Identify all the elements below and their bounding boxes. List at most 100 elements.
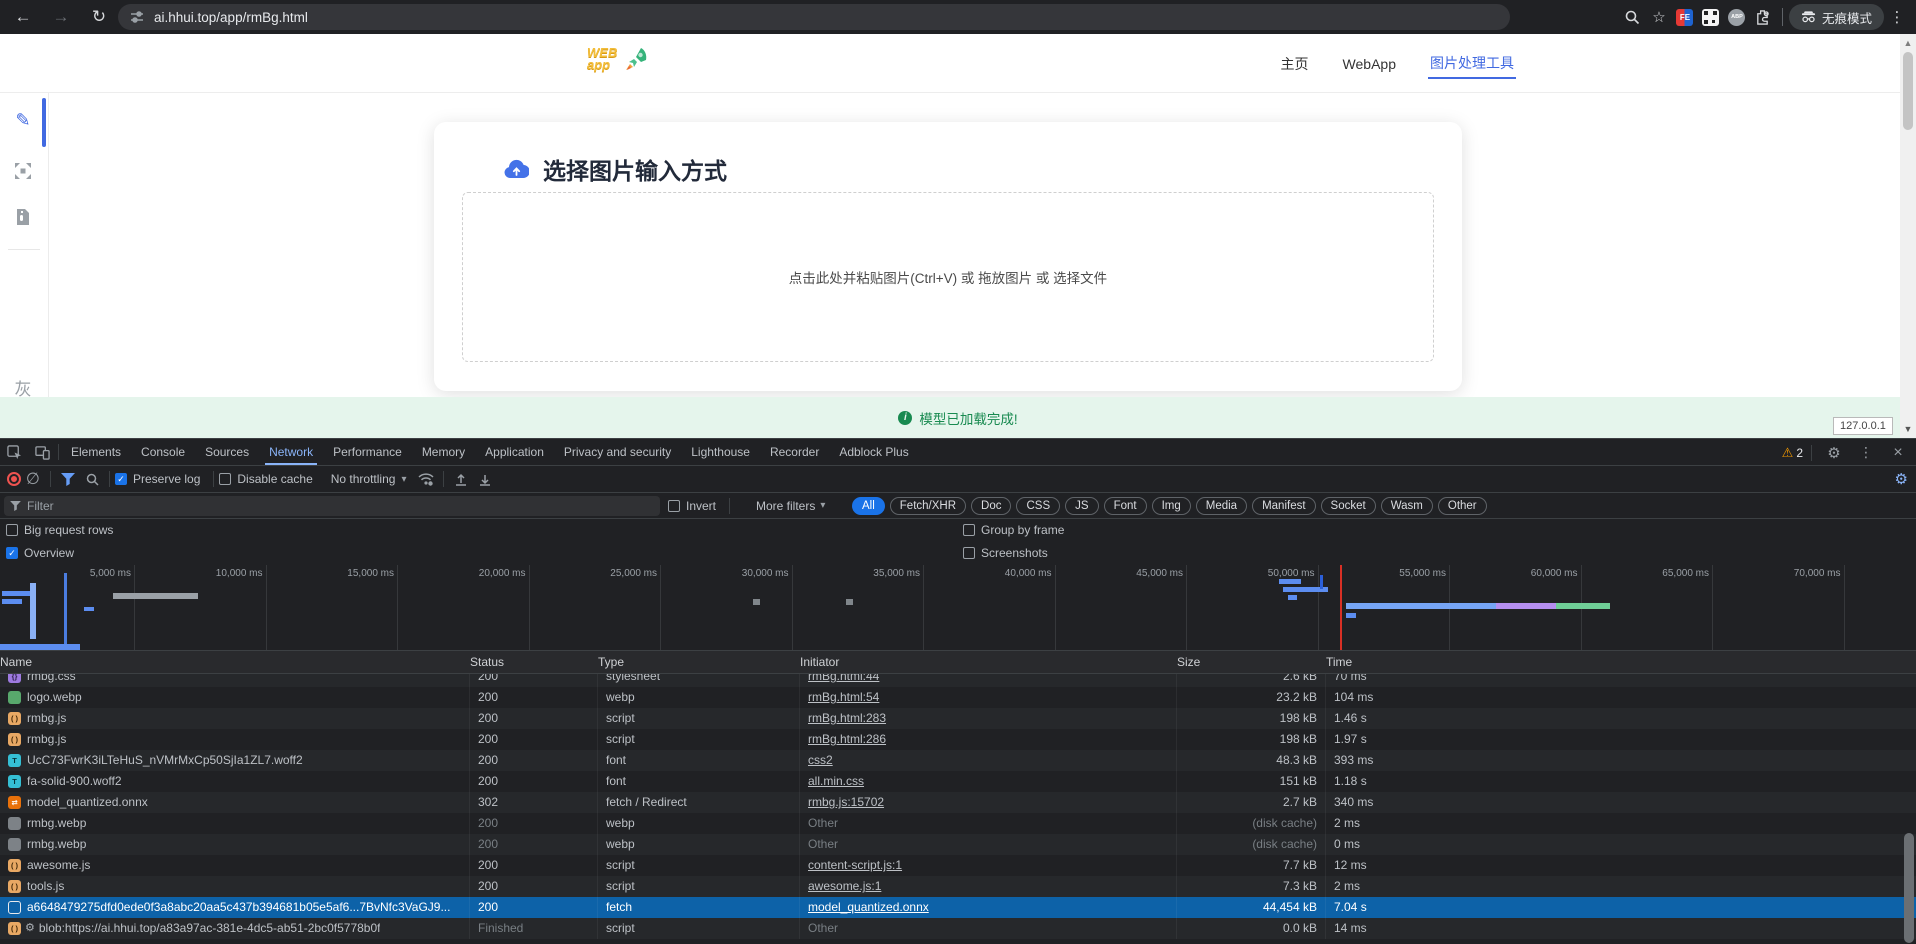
device-toolbar-icon[interactable] bbox=[28, 439, 56, 465]
filter-chip-js[interactable]: JS bbox=[1065, 497, 1098, 515]
clear-network-log-icon[interactable]: ∅ bbox=[21, 469, 45, 489]
overview-checkbox[interactable]: ✓ bbox=[6, 547, 18, 559]
search-icon[interactable] bbox=[80, 469, 104, 489]
disable-cache-checkbox[interactable]: ✓ bbox=[219, 473, 231, 485]
network-request-row[interactable]: TUcC73FwrK3iLTeHuS_nVMrMxCp50SjIa1ZL7.wo… bbox=[0, 750, 1916, 771]
address-bar[interactable]: ai.hhui.top/app/rmBg.html bbox=[118, 4, 1510, 30]
initiator-link[interactable]: rmBg.html:283 bbox=[808, 711, 886, 725]
page-scrollbar-thumb[interactable] bbox=[1903, 52, 1913, 130]
initiator-link[interactable]: awesome.js:1 bbox=[808, 879, 881, 893]
network-request-row[interactable]: rmbg.webp200webpOther(disk cache)2 ms bbox=[0, 813, 1916, 834]
network-request-row[interactable]: ( )awesome.js200scriptcontent-script.js:… bbox=[0, 855, 1916, 876]
extensions-puzzle-icon[interactable] bbox=[1750, 4, 1776, 30]
bookmark-star-icon[interactable]: ☆ bbox=[1646, 4, 1672, 30]
devtools-menu-kebab-icon[interactable]: ⋮ bbox=[1852, 444, 1880, 461]
invert-checkbox[interactable]: ✓ bbox=[668, 500, 680, 512]
filter-chip-manifest[interactable]: Manifest bbox=[1252, 497, 1315, 515]
network-request-row[interactable]: a6648479275dfd0ede0f3a8abc20aa5c437b3946… bbox=[0, 897, 1916, 918]
column-header-size[interactable]: Size bbox=[1177, 651, 1326, 673]
network-request-row[interactable]: logo.webp200webprmBg.html:5423.2 kB104 m… bbox=[0, 687, 1916, 708]
devtools-settings-gear-icon[interactable]: ⚙ bbox=[1820, 444, 1848, 462]
throttling-select[interactable]: No throttling ▾ bbox=[331, 472, 407, 486]
filter-chip-img[interactable]: Img bbox=[1152, 497, 1191, 515]
devtools-tab-elements[interactable]: Elements bbox=[61, 439, 131, 465]
devtools-tab-network[interactable]: Network bbox=[259, 439, 323, 465]
filter-chip-fetch-xhr[interactable]: Fetch/XHR bbox=[890, 497, 966, 515]
column-header-initiator[interactable]: Initiator bbox=[800, 651, 1177, 673]
filter-chip-socket[interactable]: Socket bbox=[1321, 497, 1376, 515]
record-network-log-icon[interactable] bbox=[7, 472, 21, 486]
devtools-tab-sources[interactable]: Sources bbox=[195, 439, 259, 465]
group-by-frame-checkbox[interactable]: ✓ bbox=[963, 524, 975, 536]
reload-icon[interactable]: ↻ bbox=[84, 4, 114, 30]
page-scrollbar[interactable]: ▲ ▼ bbox=[1900, 34, 1916, 438]
network-request-row[interactable]: Tfa-solid-900.woff2200fontall.min.css151… bbox=[0, 771, 1916, 792]
edit-pencil-icon[interactable]: ✎ bbox=[10, 107, 36, 133]
scroll-down-icon[interactable]: ▼ bbox=[1902, 424, 1914, 434]
nav-item-主页[interactable]: 主页 bbox=[1279, 50, 1311, 78]
initiator-link[interactable]: content-script.js:1 bbox=[808, 858, 902, 872]
filter-chip-wasm[interactable]: Wasm bbox=[1381, 497, 1433, 515]
expand-arrows-icon[interactable] bbox=[10, 158, 36, 184]
extension-fe-icon[interactable]: FE bbox=[1672, 4, 1698, 30]
devtools-tab-adblock-plus[interactable]: Adblock Plus bbox=[829, 439, 918, 465]
filter-chip-font[interactable]: Font bbox=[1104, 497, 1147, 515]
column-header-name[interactable]: Name bbox=[0, 651, 470, 673]
devtools-close-icon[interactable]: × bbox=[1884, 444, 1912, 462]
devtools-tab-performance[interactable]: Performance bbox=[323, 439, 412, 465]
screenshots-checkbox[interactable]: ✓ bbox=[963, 547, 975, 559]
devtools-tab-memory[interactable]: Memory bbox=[412, 439, 475, 465]
image-dropzone[interactable]: 点击此处并粘贴图片(Ctrl+V) 或 拖放图片 或 选择文件 bbox=[462, 192, 1434, 362]
more-filters-button[interactable]: More filters ▾ bbox=[756, 499, 825, 513]
initiator-link[interactable]: rmbg.js:15702 bbox=[808, 795, 884, 809]
nav-item-WebApp[interactable]: WebApp bbox=[1341, 52, 1398, 76]
console-warning-badge[interactable]: ⚠2 bbox=[1782, 445, 1803, 461]
network-request-row[interactable]: ⇄model_quantized.onnx302fetch / Redirect… bbox=[0, 792, 1916, 813]
filter-chip-css[interactable]: CSS bbox=[1016, 497, 1060, 515]
filter-chip-all[interactable]: All bbox=[852, 497, 885, 515]
scroll-up-icon[interactable]: ▲ bbox=[1902, 38, 1914, 48]
column-header-type[interactable]: Type bbox=[598, 651, 800, 673]
filter-input[interactable]: Filter bbox=[4, 496, 660, 516]
network-conditions-icon[interactable] bbox=[414, 469, 438, 489]
site-logo[interactable]: WEBapp bbox=[587, 44, 651, 74]
inspect-element-icon[interactable] bbox=[0, 439, 28, 465]
filter-chip-doc[interactable]: Doc bbox=[971, 497, 1011, 515]
initiator-link[interactable]: rmBg.html:54 bbox=[808, 690, 879, 704]
zoom-icon[interactable] bbox=[1620, 4, 1646, 30]
network-request-row[interactable]: ( )rmbg.js200scriptrmBg.html:286198 kB1.… bbox=[0, 729, 1916, 750]
filter-chip-media[interactable]: Media bbox=[1196, 497, 1247, 515]
archive-file-icon[interactable] bbox=[10, 204, 36, 230]
big-request-rows-checkbox[interactable]: ✓ bbox=[6, 524, 18, 536]
initiator-link[interactable]: all.min.css bbox=[808, 774, 864, 788]
network-request-row[interactable]: ( )rmbg.js200scriptrmBg.html:283198 kB1.… bbox=[0, 708, 1916, 729]
site-settings-icon[interactable] bbox=[130, 10, 144, 24]
network-overview-timeline[interactable]: 5,000 ms10,000 ms15,000 ms20,000 ms25,00… bbox=[0, 565, 1916, 651]
column-header-status[interactable]: Status bbox=[470, 651, 598, 673]
devtools-tab-recorder[interactable]: Recorder bbox=[760, 439, 829, 465]
nav-item-图片处理工具[interactable]: 图片处理工具 bbox=[1428, 49, 1516, 79]
forward-icon[interactable]: → bbox=[46, 4, 76, 30]
filter-funnel-icon[interactable] bbox=[56, 469, 80, 489]
initiator-link[interactable]: rmBg.html:286 bbox=[808, 732, 886, 746]
network-request-row[interactable]: rmbg.webp200webpOther(disk cache)0 ms bbox=[0, 834, 1916, 855]
network-request-row[interactable]: ( )tools.js200scriptawesome.js:17.3 kB2 … bbox=[0, 876, 1916, 897]
browser-menu-kebab-icon[interactable]: ⋮ bbox=[1884, 4, 1910, 30]
extension-qr-icon[interactable] bbox=[1698, 4, 1724, 30]
devtools-tab-application[interactable]: Application bbox=[475, 439, 554, 465]
devtools-tab-lighthouse[interactable]: Lighthouse bbox=[681, 439, 760, 465]
back-icon[interactable]: ← bbox=[8, 4, 38, 30]
devtools-tab-privacy-and-security[interactable]: Privacy and security bbox=[554, 439, 681, 465]
export-har-icon[interactable] bbox=[473, 469, 497, 489]
initiator-link[interactable]: css2 bbox=[808, 753, 833, 767]
initiator-link[interactable]: model_quantized.onnx bbox=[808, 900, 929, 914]
preserve-log-checkbox[interactable]: ✓ bbox=[115, 473, 127, 485]
filter-chip-other[interactable]: Other bbox=[1438, 497, 1487, 515]
network-settings-gear-icon[interactable]: ⚙ bbox=[1895, 470, 1908, 488]
devtools-tab-console[interactable]: Console bbox=[131, 439, 195, 465]
extension-abp-icon[interactable]: ABP bbox=[1724, 4, 1750, 30]
import-har-icon[interactable] bbox=[449, 469, 473, 489]
column-header-time[interactable]: Time bbox=[1326, 651, 1916, 673]
network-request-row[interactable]: ( )⚙blob:https://ai.hhui.top/a83a97ac-38… bbox=[0, 918, 1916, 939]
devtools-scrollbar-thumb[interactable] bbox=[1904, 833, 1914, 943]
